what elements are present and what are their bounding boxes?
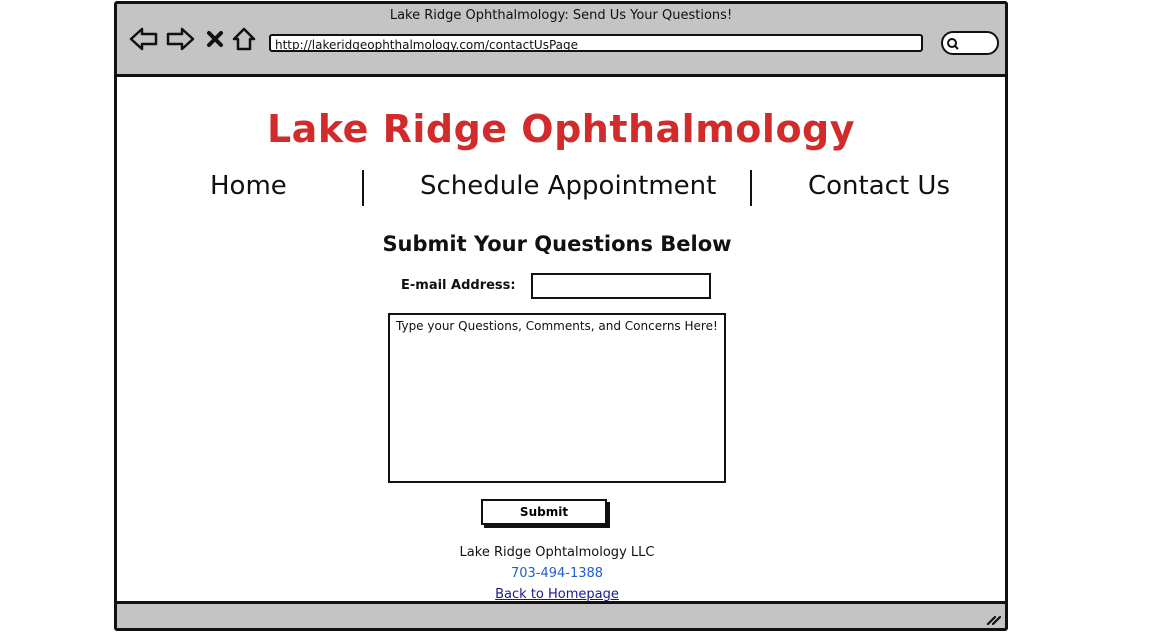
window-title: Lake Ridge Ophthalmology: Send Us Your Q… (389, 8, 733, 23)
stop-x-icon[interactable] (205, 26, 225, 52)
footer-company: Lake Ridge Ophtalmology LLC (459, 545, 655, 560)
nav-divider (362, 170, 364, 206)
nav-contact-us[interactable]: Contact Us (808, 171, 950, 201)
page-content: Lake Ridge Ophthalmology Home Schedule A… (117, 77, 1005, 604)
url-bar[interactable]: http://lakeridgeophthalmology.com/contac… (269, 34, 923, 52)
search-icon (947, 38, 959, 50)
nav-divider (750, 170, 752, 206)
site-title: Lake Ridge Ophthalmology (266, 107, 856, 151)
forward-arrow-icon[interactable] (165, 26, 195, 52)
footer-phone[interactable]: 703-494-1388 (117, 566, 997, 581)
home-icon[interactable] (231, 26, 257, 52)
browser-search-box[interactable] (941, 31, 999, 55)
email-field[interactable] (531, 273, 711, 299)
browser-window: Lake Ridge Ophthalmology: Send Us Your Q… (114, 1, 1008, 631)
back-to-homepage-link[interactable]: Back to Homepage (117, 587, 997, 602)
resize-grip-icon[interactable] (985, 610, 1001, 626)
nav-schedule-appointment[interactable]: Schedule Appointment (420, 171, 716, 201)
status-bar (117, 601, 1005, 628)
browser-toolbar: Lake Ridge Ophthalmology: Send Us Your Q… (117, 4, 1005, 77)
nav-home[interactable]: Home (210, 171, 287, 201)
submit-button[interactable]: Submit (481, 499, 607, 525)
message-textarea[interactable] (388, 313, 726, 483)
email-label: E-mail Address: (401, 278, 516, 293)
back-arrow-icon[interactable] (129, 26, 159, 52)
form-heading: Submit Your Questions Below (382, 232, 732, 256)
